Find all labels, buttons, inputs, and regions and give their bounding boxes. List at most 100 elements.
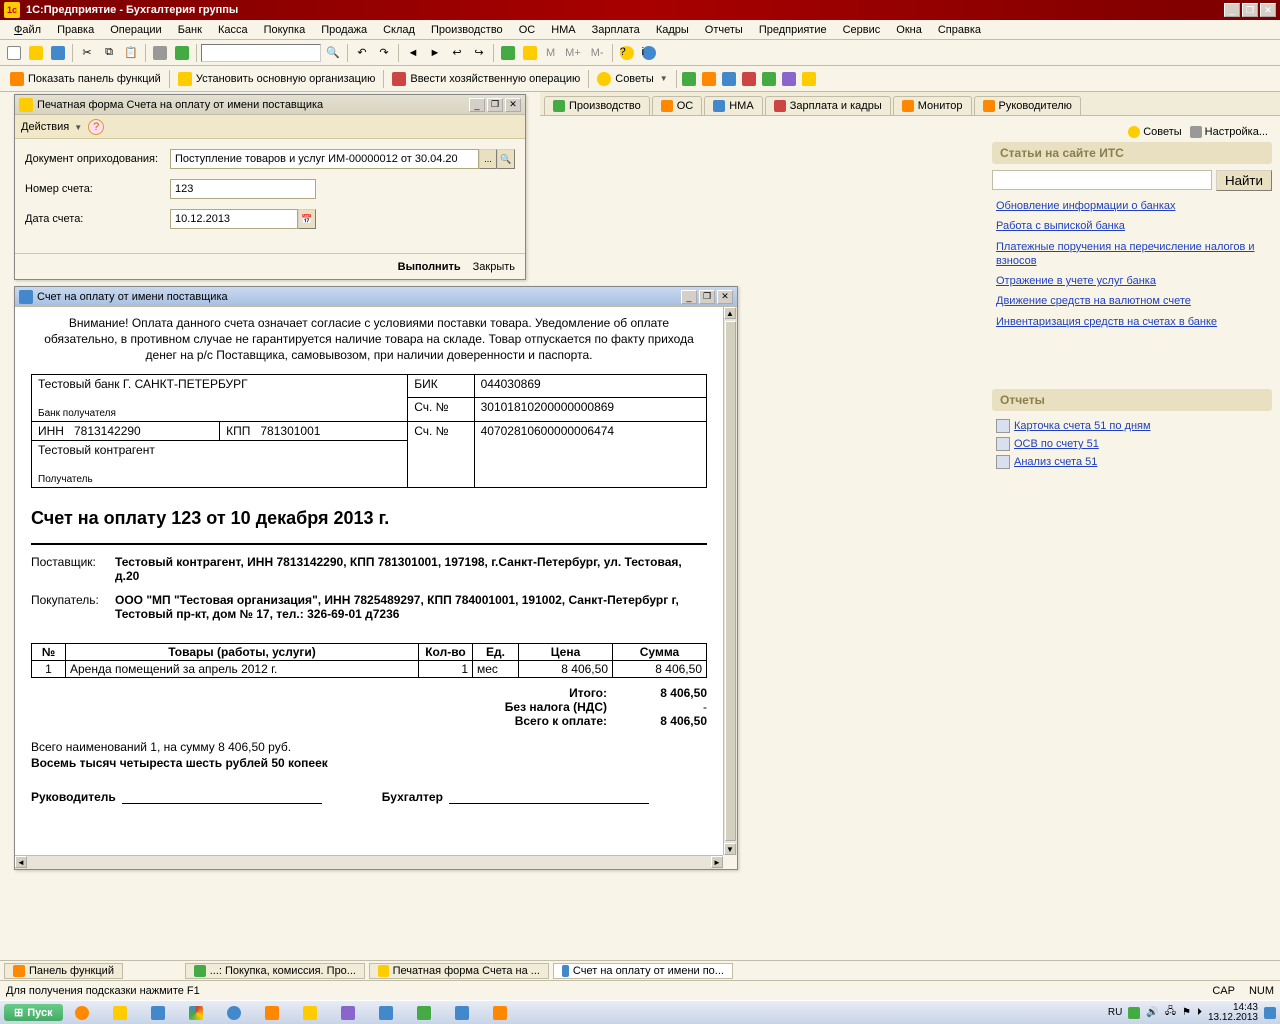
set-org-button[interactable]: Установить основную организацию bbox=[172, 70, 382, 88]
print-preview-body[interactable]: Внимание! Оплата данного счета означает … bbox=[15, 307, 723, 855]
menu-sale[interactable]: Продажа bbox=[313, 22, 375, 38]
spreadsheet-icon[interactable] bbox=[172, 43, 192, 63]
tab-manager[interactable]: Руководителю bbox=[974, 96, 1081, 115]
menu-salary[interactable]: Зарплата bbox=[584, 22, 648, 38]
copy-icon[interactable]: ⧉ bbox=[99, 43, 119, 63]
tray-clock[interactable]: 14:4313.12.2013 bbox=[1208, 1003, 1258, 1023]
horizontal-scrollbar[interactable]: ◄ ► bbox=[15, 855, 723, 869]
link-payment-orders[interactable]: Платежные поручения на перечисление нало… bbox=[996, 240, 1268, 269]
execute-button[interactable]: Выполнить bbox=[398, 261, 461, 273]
sidebar-tips-button[interactable]: Советы bbox=[1128, 126, 1181, 138]
scroll-thumb[interactable] bbox=[725, 321, 736, 841]
extra-icon-2[interactable] bbox=[699, 69, 719, 89]
about-icon[interactable]: i bbox=[639, 43, 659, 63]
menu-help[interactable]: Справка bbox=[930, 22, 989, 38]
scroll-right-icon[interactable]: ► bbox=[711, 856, 723, 868]
extra-icon-3[interactable] bbox=[719, 69, 739, 89]
taskbar-chrome-icon[interactable] bbox=[178, 1003, 214, 1023]
taskbar-1c-icon[interactable] bbox=[102, 1003, 138, 1023]
menu-file[interactable]: Файл bbox=[6, 22, 49, 38]
tray-lang[interactable]: RU bbox=[1108, 1007, 1122, 1018]
close-button[interactable]: ✕ bbox=[717, 290, 733, 304]
menu-warehouse[interactable]: Склад bbox=[375, 22, 423, 38]
task-purchase[interactable]: ...: Покупка, комиссия. Про... bbox=[185, 963, 365, 979]
help-icon[interactable]: ? bbox=[88, 119, 104, 135]
task-panel[interactable]: Панель функций bbox=[4, 963, 123, 979]
taskbar-save-icon[interactable] bbox=[330, 1003, 366, 1023]
tab-os[interactable]: ОС bbox=[652, 96, 703, 115]
extra-icon-6[interactable] bbox=[779, 69, 799, 89]
menu-reports[interactable]: Отчеты bbox=[697, 22, 751, 38]
close-button[interactable]: ✕ bbox=[505, 98, 521, 112]
menu-windows[interactable]: Окна bbox=[888, 22, 930, 38]
minimize-button[interactable]: _ bbox=[469, 98, 485, 112]
close-button[interactable]: ✕ bbox=[1260, 3, 1276, 17]
window-titlebar[interactable]: Печатная форма Счета на оплату от имени … bbox=[15, 95, 525, 115]
close-button[interactable]: Закрыть bbox=[473, 261, 515, 273]
cut-icon[interactable]: ✂ bbox=[77, 43, 97, 63]
menu-edit[interactable]: Правка bbox=[49, 22, 102, 38]
sidebar-settings-button[interactable]: Настройка... bbox=[1190, 126, 1268, 138]
nav-prev-icon[interactable]: ◄ bbox=[403, 43, 423, 63]
taskbar-tool-icon[interactable] bbox=[406, 1003, 442, 1023]
menu-hr[interactable]: Кадры bbox=[648, 22, 697, 38]
redo-icon[interactable]: ↷ bbox=[374, 43, 394, 63]
taskbar-ie-icon[interactable] bbox=[216, 1003, 252, 1023]
maximize-button[interactable]: ❐ bbox=[487, 98, 503, 112]
maximize-button[interactable]: ❐ bbox=[699, 290, 715, 304]
taskbar-media-icon[interactable] bbox=[64, 1003, 100, 1023]
show-panel-button[interactable]: Показать панель функций bbox=[4, 70, 167, 88]
menu-nma[interactable]: НМА bbox=[543, 22, 583, 38]
window-titlebar[interactable]: Счет на оплату от имени поставщика _ ❐ ✕ bbox=[15, 287, 737, 307]
forward-icon[interactable]: ↪ bbox=[469, 43, 489, 63]
tray-network-icon[interactable]: 🖧 bbox=[1165, 1004, 1176, 1021]
start-button[interactable]: ⊞Пуск bbox=[4, 1004, 63, 1021]
menu-service[interactable]: Сервис bbox=[835, 22, 889, 38]
search-input[interactable] bbox=[201, 44, 321, 62]
task-invoice[interactable]: Счет на оплату от имени по... bbox=[553, 963, 733, 979]
menu-os[interactable]: ОС bbox=[511, 22, 544, 38]
extra-icon-5[interactable] bbox=[759, 69, 779, 89]
calendar-button[interactable]: 📅 bbox=[298, 209, 316, 229]
taskbar-explorer-icon[interactable] bbox=[292, 1003, 328, 1023]
taskbar-word-icon[interactable] bbox=[444, 1003, 480, 1023]
date-input[interactable] bbox=[170, 209, 298, 229]
print-icon[interactable] bbox=[150, 43, 170, 63]
tab-nma[interactable]: НМА bbox=[704, 96, 762, 115]
menu-bank[interactable]: Банк bbox=[170, 22, 210, 38]
doc-select-button[interactable]: ... bbox=[479, 149, 497, 169]
vertical-scrollbar[interactable]: ▲ ▼ bbox=[723, 307, 737, 855]
find-button[interactable]: Найти bbox=[1216, 170, 1272, 191]
calendar-icon[interactable] bbox=[520, 43, 540, 63]
minimize-button[interactable]: _ bbox=[681, 290, 697, 304]
tray-arrow-icon[interactable]: ⏵ bbox=[1197, 1007, 1202, 1018]
taskbar-1cdb-icon[interactable] bbox=[482, 1003, 518, 1023]
paste-icon[interactable]: 📋 bbox=[121, 43, 141, 63]
tray-safe-remove-icon[interactable] bbox=[1128, 1007, 1140, 1019]
scroll-down-icon[interactable]: ▼ bbox=[724, 843, 736, 855]
link-bank-update[interactable]: Обновление информации о банках bbox=[996, 199, 1268, 213]
link-currency[interactable]: Движение средств на валютном счете bbox=[996, 294, 1268, 308]
menu-enterprise[interactable]: Предприятие bbox=[751, 22, 835, 38]
maximize-button[interactable]: ❐ bbox=[1242, 3, 1258, 17]
extra-icon-7[interactable] bbox=[799, 69, 819, 89]
report-card-51[interactable]: Карточка счета 51 по дням bbox=[992, 417, 1272, 435]
task-printform[interactable]: Печатная форма Счета на ... bbox=[369, 963, 549, 979]
tab-production[interactable]: Производство bbox=[544, 96, 650, 115]
search-icon[interactable]: 🔍 bbox=[323, 43, 343, 63]
link-bank-services[interactable]: Отражение в учете услуг банка bbox=[996, 274, 1268, 288]
tray-flag-icon[interactable]: ⚑ bbox=[1182, 1007, 1191, 1018]
link-inventory[interactable]: Инвентаризация средств на счетах в банке bbox=[996, 315, 1268, 329]
taskbar-calc-icon[interactable] bbox=[140, 1003, 176, 1023]
calc-icon[interactable] bbox=[498, 43, 518, 63]
link-bank-statement[interactable]: Работа с выпиской банка bbox=[996, 219, 1268, 233]
undo-icon[interactable]: ↶ bbox=[352, 43, 372, 63]
actions-dropdown[interactable]: Действия ▼ bbox=[21, 121, 82, 133]
taskbar-paint-icon[interactable] bbox=[254, 1003, 290, 1023]
menu-operations[interactable]: Операции bbox=[102, 22, 169, 38]
report-osv-51[interactable]: ОСВ по счету 51 bbox=[992, 435, 1272, 453]
minimize-button[interactable]: _ bbox=[1224, 3, 1240, 17]
tips-button[interactable]: Советы▼ bbox=[591, 70, 673, 88]
menu-cash[interactable]: Касса bbox=[210, 22, 256, 38]
menu-production[interactable]: Производство bbox=[423, 22, 511, 38]
